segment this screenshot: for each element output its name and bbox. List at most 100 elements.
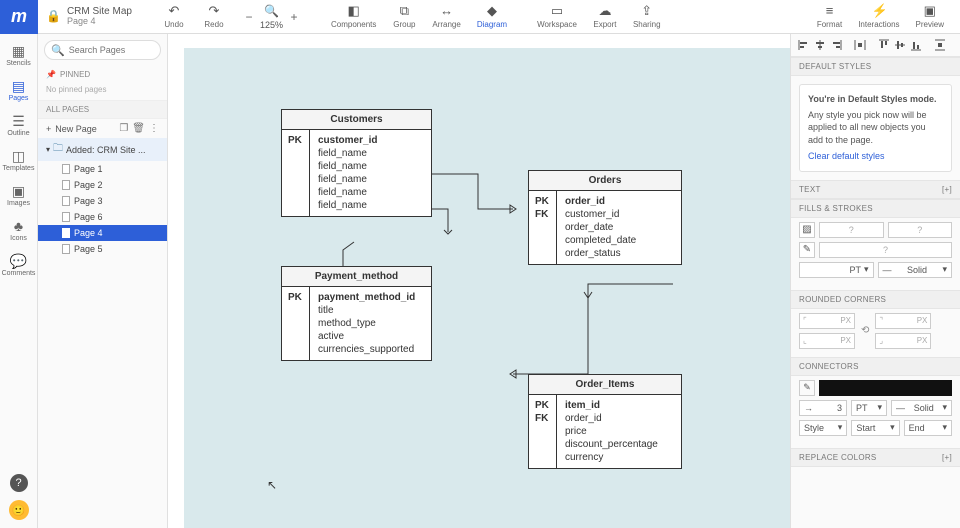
components-button[interactable]: ◧Components [323,2,384,31]
zoom-out-button[interactable]: − [242,10,256,24]
canvas[interactable]: Customers PK customer_idfield_namefield_… [168,34,790,528]
entity-orders[interactable]: Orders PKFK order_idcustomer_idorder_dat… [528,170,682,265]
page-row[interactable]: Page 6 [38,209,167,225]
fill-value-1[interactable]: ? [819,222,884,238]
pinned-empty-text: No pinned pages [38,83,167,100]
stroke-value[interactable]: ? [819,242,952,258]
page-row[interactable]: Page 3 [38,193,167,209]
app-logo[interactable]: m [0,0,38,34]
corner-br-input[interactable]: ⌟PX [875,333,931,349]
section-replace-colors[interactable]: REPLACE COLORS[+] [791,448,960,467]
field-cell: discount_percentage [565,438,673,451]
rail-templates[interactable]: ◫Templates [2,145,36,176]
templates-icon: ◫ [12,149,25,163]
field-cell: currencies_supported [318,343,423,356]
align-left-button[interactable] [797,38,811,52]
stroke-width-select[interactable]: PT▾ [799,262,874,278]
page-row[interactable]: Page 2 [38,177,167,193]
corner-tr-input[interactable]: ⌝PX [875,313,931,329]
key-cell: FK [535,412,550,425]
chevron-down-icon: ▾ [942,264,947,275]
rail-comments[interactable]: 💬Comments [2,250,36,281]
search-input[interactable] [69,45,159,55]
field-cell: field_name [318,160,423,173]
fill-swatch[interactable]: ▨ [799,222,815,238]
redo-button[interactable]: ↷Redo [194,2,234,31]
align-right-button[interactable] [829,38,843,52]
connector-start-select[interactable]: Start▾ [851,420,899,436]
rail-stencils[interactable]: ▦Stencils [2,40,36,71]
arrange-button[interactable]: ↔Arrange [424,2,468,31]
rail-images[interactable]: ▣Images [2,180,36,211]
clear-default-styles-link[interactable]: Clear default styles [808,150,885,163]
delete-page-icon[interactable]: 🗑 [132,123,145,134]
new-page-button[interactable]: New Page [55,124,97,134]
help-button[interactable]: ? [10,474,28,492]
connector-color-swatch[interactable]: ✎ [799,380,815,396]
entity-order-items[interactable]: Order_Items PKFK item_idorder_idpricedis… [528,374,682,469]
diagram-button[interactable]: ◆Diagram [469,2,515,31]
undo-button[interactable]: ↶Undo [154,2,194,31]
align-center-v-button[interactable] [893,38,907,52]
entity-title: Customers [282,110,431,130]
arrow-icon: → [804,403,813,413]
diagram-icon: ◆ [485,4,499,18]
zoom-in-button[interactable]: + [287,10,301,24]
stroke-swatch[interactable]: ✎ [799,242,815,258]
connector-color-bar[interactable] [819,380,952,396]
export-button[interactable]: ☁Export [585,2,625,31]
group-icon: ⧉ [397,4,411,18]
stroke-style-select[interactable]: ―Solid▾ [878,262,953,278]
field-cell: field_name [318,173,423,186]
page-icon [62,228,70,238]
corner-bl-input[interactable]: ⌞PX [799,333,855,349]
distribute-v-button[interactable] [933,38,947,52]
sharing-icon: ⇪ [640,4,654,18]
key-cell: PK [288,134,303,147]
page-row[interactable]: Page 5 [38,241,167,257]
key-cell [288,199,303,212]
rail-pages[interactable]: ▤Pages [2,75,36,106]
connector-style-select[interactable]: Style▾ [799,420,847,436]
entity-title: Order_Items [529,375,681,395]
add-page-icon[interactable]: + [46,124,51,134]
field-cell: item_id [565,399,673,412]
format-icon: ≡ [823,4,837,18]
group-button[interactable]: ⧉Group [384,2,424,31]
interactions-button[interactable]: ⚡Interactions [850,2,907,31]
canvas-page[interactable] [184,48,790,528]
zoom-value[interactable]: 125% [260,20,283,30]
entity-payment-method[interactable]: Payment_method PK payment_method_idtitle… [281,266,432,361]
section-text[interactable]: TEXT[+] [791,180,960,199]
align-top-button[interactable] [877,38,891,52]
workspace-button[interactable]: ▭Workspace [529,2,585,31]
section-fills-strokes: FILLS & STROKES [791,199,960,218]
folder-row[interactable]: ▾ 🗀 Added: CRM Site ... [38,138,167,161]
duplicate-page-icon[interactable]: ❐ [119,123,128,134]
preview-button[interactable]: ▣Preview [908,2,952,31]
corner-tl-input[interactable]: ⌜PX [799,313,855,329]
entity-customers[interactable]: Customers PK customer_idfield_namefield_… [281,109,432,217]
page-menu-icon[interactable]: ⋮ [149,123,159,134]
connector-width-unit[interactable]: PT▾ [851,400,887,416]
align-center-h-button[interactable] [813,38,827,52]
format-button[interactable]: ≡Format [809,2,850,31]
rail-outline[interactable]: ☰Outline [2,110,36,141]
field-cell: order_date [565,221,673,234]
link-corners-icon[interactable]: ⟲ [861,325,869,336]
pin-icon: 📌 [46,70,56,79]
connector-end-select[interactable]: End▾ [904,420,952,436]
align-bottom-button[interactable] [909,38,923,52]
page-row[interactable]: Page 1 [38,161,167,177]
page-icon [62,180,70,190]
key-cell [288,186,303,199]
rail-icons[interactable]: ♣Icons [2,215,36,246]
connector-arrow-select[interactable]: →3 [799,400,847,416]
user-avatar[interactable]: 🙂 [9,500,29,520]
distribute-h-button[interactable] [853,38,867,52]
page-row[interactable]: Page 4 [38,225,167,241]
sharing-button[interactable]: ⇪Sharing [625,2,669,31]
connector-line-style[interactable]: ―Solid▾ [891,400,952,416]
fill-value-2[interactable]: ? [888,222,953,238]
search-pages[interactable]: 🔍 [44,40,161,60]
